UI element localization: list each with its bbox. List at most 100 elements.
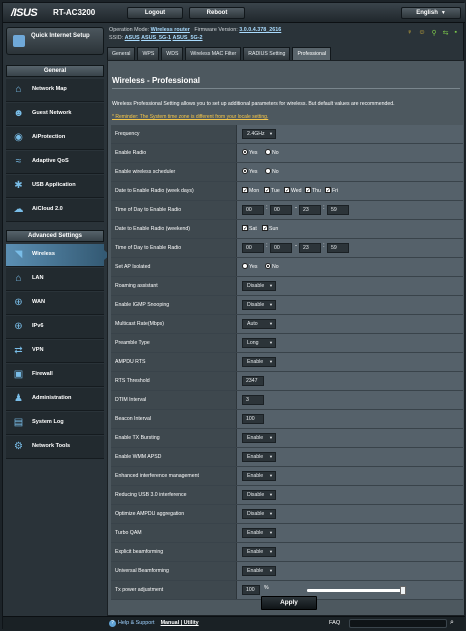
enable-radio-no[interactable]: No	[265, 148, 279, 158]
chevron-down-icon: ▼	[269, 473, 273, 478]
turbo-qam-select[interactable]: Enable ▼	[242, 528, 276, 538]
ampdu-aggregation-select[interactable]: Disable ▼	[242, 509, 276, 519]
time-dash: -	[295, 243, 297, 249]
ap-isolated-yes[interactable]: Yes	[242, 262, 257, 272]
sidebar-item-wan[interactable]: ⊕ WAN	[6, 292, 104, 315]
tab-general[interactable]: General	[107, 47, 136, 60]
wmm-apsd-label: Enable WMM APSD	[111, 448, 237, 466]
slider-handle[interactable]	[400, 586, 406, 595]
weekend-end-hour-input[interactable]: 23	[299, 243, 321, 253]
help-support: ? Help & Support Manual | Utility	[109, 620, 199, 627]
firmware-link[interactable]: 3.0.0.4.378_2616	[239, 27, 281, 33]
sidebar-item-firewall[interactable]: ▣ Firewall	[6, 364, 104, 387]
enable-radio-yes[interactable]: Yes	[242, 148, 257, 158]
frequency-select[interactable]: 2.4GHz ▼	[242, 129, 276, 139]
tx-power-slider[interactable]	[307, 586, 406, 595]
checkbox-fri[interactable]: Fri	[325, 186, 338, 196]
select-value: Enable	[247, 568, 264, 574]
sidebar-item-lan[interactable]: ⌂ LAN	[6, 268, 104, 291]
ampdu-rts-select[interactable]: Enable ▼	[242, 357, 276, 367]
router-admin-window: /ISUS RT-AC3200 Logout Reboot English ▼ O…	[2, 2, 465, 630]
quick-internet-setup-button[interactable]: Quick Internet Setup	[6, 27, 104, 55]
tab-professional[interactable]: Professional	[292, 47, 331, 60]
sidebar-item-vpn[interactable]: ⇄ VPN	[6, 340, 104, 363]
ssid-1[interactable]: ASUS	[125, 35, 140, 41]
manual-utility-link[interactable]: Manual | Utility	[161, 620, 199, 626]
scheduler-no[interactable]: No	[265, 167, 279, 177]
faq-search-input[interactable]	[349, 619, 447, 628]
sidebar-item-aicloud[interactable]: ☁ AiCloud 2.0	[6, 199, 104, 222]
language-select[interactable]: English ▼	[401, 7, 461, 19]
roaming-select[interactable]: Disable ▼	[242, 281, 276, 291]
sidebar-item-label: Firewall	[32, 371, 53, 377]
multicast-select[interactable]: Auto ▼	[242, 319, 276, 329]
weekday-start-minute-input[interactable]: 00	[270, 205, 292, 215]
sidebar-item-system-log[interactable]: ▤ System Log	[6, 412, 104, 435]
row-time-weekdays: Time of Day to Enable Radio 00 : 00 - 23…	[111, 201, 463, 220]
time-weekdays-label: Time of Day to Enable Radio	[111, 201, 237, 219]
sidebar-item-network-map[interactable]: ⌂ Network Map	[6, 79, 104, 102]
op-mode-link[interactable]: Wireless router	[151, 27, 190, 33]
usb-status-icon[interactable]: ⚲	[432, 29, 437, 37]
sidebar-item-aiprotection[interactable]: ◉ AiProtection	[6, 127, 104, 150]
weekday-end-hour-input[interactable]: 23	[299, 205, 321, 215]
checkbox-sat[interactable]: Sat	[242, 224, 257, 234]
weekday-start-hour-input[interactable]: 00	[242, 205, 264, 215]
tab-mac-filter[interactable]: Wireless MAC Filter	[185, 47, 242, 60]
checkbox-wed[interactable]: Wed	[284, 186, 302, 196]
ap-isolated-no[interactable]: No	[265, 262, 279, 272]
tx-bursting-select[interactable]: Enable ▼	[242, 433, 276, 443]
usb3-select[interactable]: Disable ▼	[242, 490, 276, 500]
ssid-3[interactable]: ASUS_5G-2	[173, 35, 203, 41]
checkbox-tue[interactable]: Tue	[264, 186, 280, 196]
help-support-label: Help & Support	[118, 620, 155, 626]
title-divider	[112, 88, 460, 89]
language-label: English	[416, 10, 438, 16]
row-tx-bursting: Enable TX Bursting Enable ▼	[111, 429, 463, 448]
weekend-end-minute-input[interactable]: 59	[327, 243, 349, 253]
igmp-select[interactable]: Disable ▼	[242, 300, 276, 310]
checkbox-label: Sun	[269, 226, 279, 232]
rts-threshold-input[interactable]: 2347	[242, 376, 264, 386]
network-status-icon[interactable]: ⇆	[443, 29, 449, 37]
explicit-beamforming-label: Explicit beamforming	[111, 543, 237, 561]
tab-radius[interactable]: RADIUS Setting	[243, 47, 291, 60]
weekend-start-minute-input[interactable]: 00	[270, 243, 292, 253]
sidebar-item-usb-application[interactable]: ✱ USB Application	[6, 175, 104, 198]
page-description: Wireless Professional Setting allows you…	[112, 101, 395, 107]
weekday-end-minute-input[interactable]: 59	[327, 205, 349, 215]
select-value: Disable	[247, 283, 265, 289]
logout-button[interactable]: Logout	[127, 7, 183, 19]
sidebar-item-network-tools[interactable]: ⚙ Network Tools	[6, 436, 104, 459]
usb3-label: Reducing USB 3.0 interference	[111, 486, 237, 504]
sidebar-item-guest-network[interactable]: ☻ Guest Network	[6, 103, 104, 126]
status-icons: ♀ ☺ ⚲ ⇆ ▪	[407, 29, 457, 37]
apply-button[interactable]: Apply	[261, 596, 317, 610]
user-status-icon[interactable]: ☺	[418, 29, 425, 37]
scheduler-yes[interactable]: Yes	[242, 167, 257, 177]
sidebar-item-adaptive-qos[interactable]: ≈ Adaptive QoS	[6, 151, 104, 174]
explicit-beamforming-select[interactable]: Enable ▼	[242, 547, 276, 557]
sidebar-item-wireless[interactable]: ◥ Wireless	[6, 244, 110, 267]
search-icon[interactable]: ⌕	[450, 619, 454, 627]
aiprotection-status-icon[interactable]: ♀	[407, 29, 412, 37]
tx-power-input[interactable]: 100	[242, 585, 260, 595]
ssid-2[interactable]: ASUS_5G-1	[141, 35, 171, 41]
checkbox-sun[interactable]: Sun	[262, 224, 278, 234]
tab-wps[interactable]: WPS	[137, 47, 160, 60]
wmm-apsd-select[interactable]: Enable ▼	[242, 452, 276, 462]
weekend-start-hour-input[interactable]: 00	[242, 243, 264, 253]
checkbox-thu[interactable]: Thu	[305, 186, 321, 196]
sidebar-item-administration[interactable]: ♟ Administration	[6, 388, 104, 411]
dtim-input[interactable]: 3	[242, 395, 264, 405]
checkbox-mon[interactable]: Mon	[242, 186, 259, 196]
internet-status-icon[interactable]: ▪	[455, 29, 457, 37]
reboot-button[interactable]: Reboot	[189, 7, 245, 19]
sidebar-item-ipv6[interactable]: ⊕ IPv6	[6, 316, 104, 339]
interference-select[interactable]: Enable ▼	[242, 471, 276, 481]
beacon-input[interactable]: 100	[242, 414, 264, 424]
tab-wds[interactable]: WDS	[161, 47, 184, 60]
timezone-reminder[interactable]: * Reminder: The System time zone is diff…	[112, 114, 268, 120]
preamble-select[interactable]: Long ▼	[242, 338, 276, 348]
universal-beamforming-select[interactable]: Enable ▼	[242, 566, 276, 576]
